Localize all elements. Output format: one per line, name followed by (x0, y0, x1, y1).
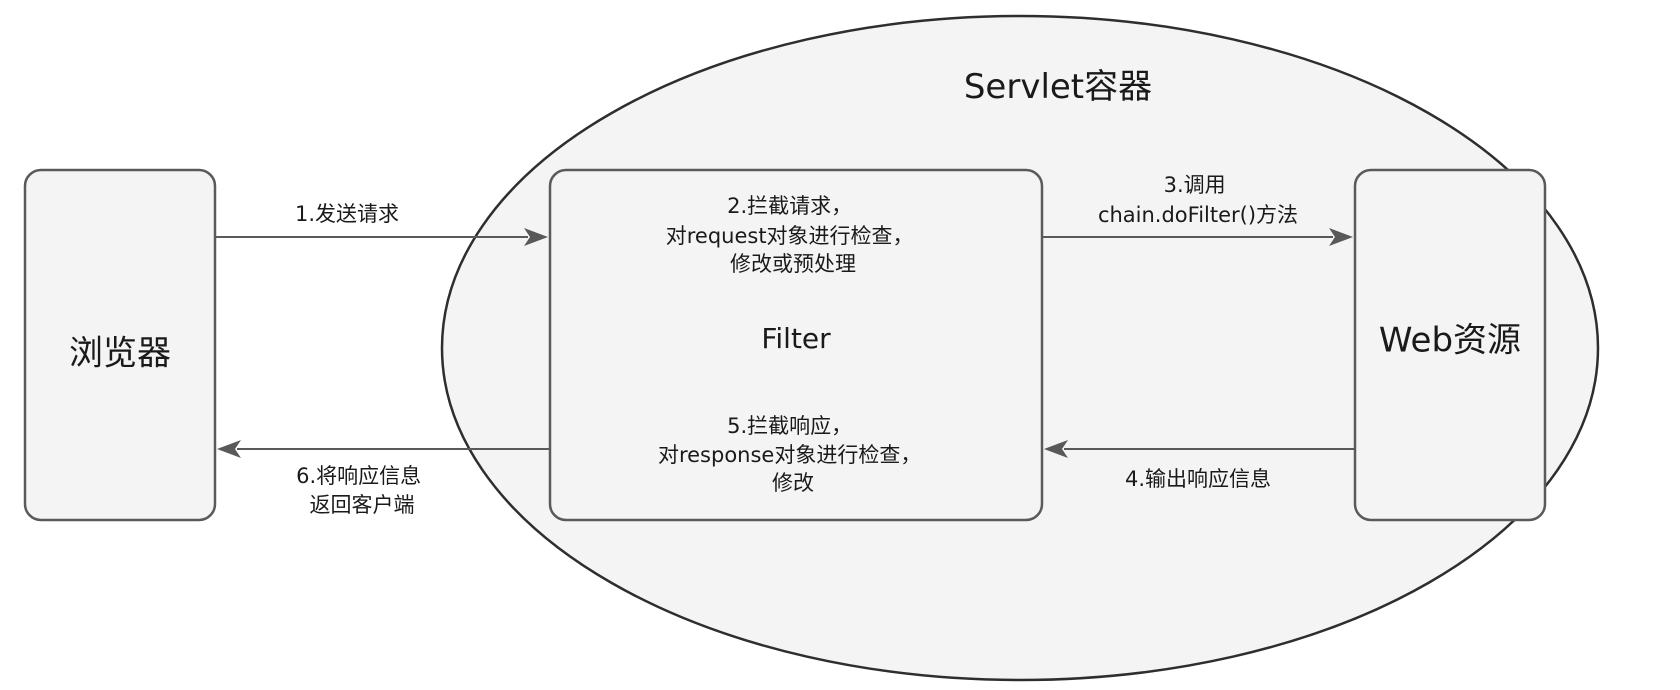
edge-label-return-response: 6.将响应信息 返回客户端 (296, 464, 428, 517)
edge-label-send-request: 1.发送请求 (295, 202, 399, 226)
servlet-container-title: Servlet容器 (964, 67, 1152, 107)
edge-label-output-response: 4.输出响应信息 (1125, 467, 1271, 491)
filter-request-note-line: 对request对象进行检查， (666, 224, 914, 248)
edge-label-invoke-line: 3.调用 (1164, 173, 1226, 197)
edge-label-invoke-line: chain.doFilter()方法 (1098, 203, 1298, 227)
edge-label-return-response-line: 6.将响应信息 (296, 464, 421, 488)
filter-response-note-line: 5.拦截响应， (727, 414, 852, 438)
filter-response-note-line: 修改 (772, 471, 814, 495)
filter-request-note-line: 2.拦截请求， (727, 194, 852, 218)
filter-label: Filter (761, 322, 831, 355)
filter-request-note-line: 修改或预处理 (730, 252, 856, 276)
web-resource-label: Web资源 (1379, 321, 1521, 361)
browser-label: 浏览器 (69, 334, 171, 374)
edge-label-return-response-line: 返回客户端 (310, 493, 415, 517)
filter-flow-diagram: Servlet容器 浏览器 Filter 2.拦截请求， 对request对象进… (23, 14, 1600, 682)
filter-response-note-line: 对response对象进行检查， (658, 443, 921, 467)
